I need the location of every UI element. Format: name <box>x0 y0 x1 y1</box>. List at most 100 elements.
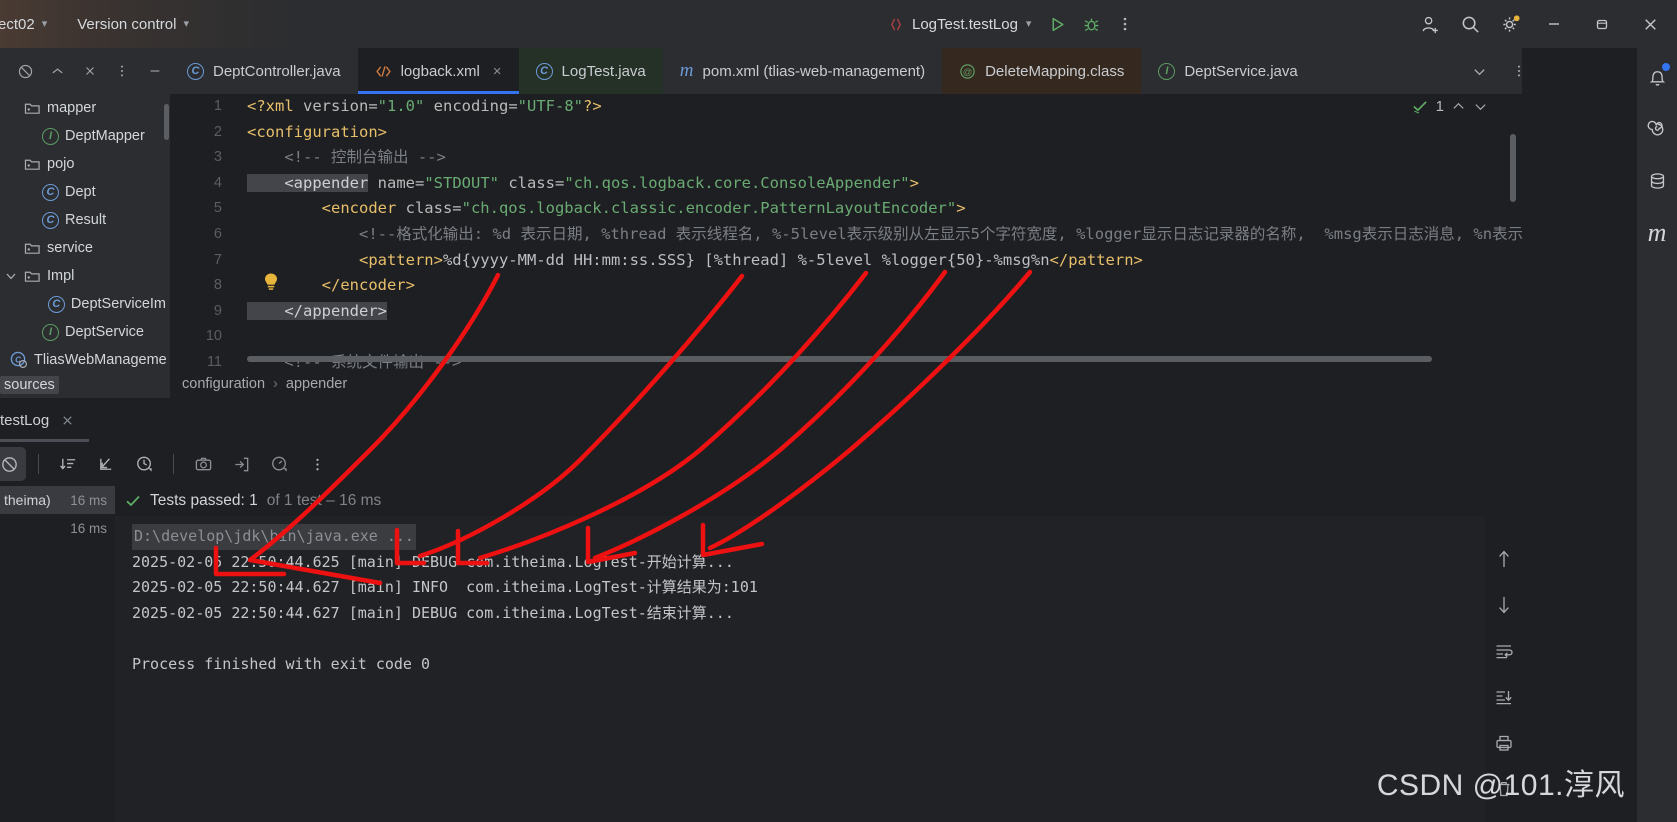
run-more-options-button[interactable] <box>300 447 334 481</box>
scroll-up-button[interactable] <box>1487 542 1521 576</box>
add-user-button[interactable] <box>1413 7 1447 41</box>
version-control-menu[interactable]: Version control ▾ <box>69 12 197 37</box>
rerun-failed-icon <box>1 456 17 472</box>
version-control-label: Version control <box>77 15 177 33</box>
tree-item-impl[interactable]: Impl <box>0 262 170 290</box>
maven-button[interactable]: m <box>1642 218 1672 248</box>
tree-item-label: DeptService <box>65 324 144 340</box>
print-button[interactable] <box>1487 726 1521 760</box>
project-panel-scrollbar[interactable] <box>164 104 169 140</box>
soft-wrap-button[interactable] <box>1487 634 1521 668</box>
test-tree[interactable]: theima) 16 ms 16 ms <box>0 486 115 822</box>
tree-item-deptserviceim[interactable]: C DeptServiceIm <box>0 290 170 318</box>
editor-tab-logtest[interactable]: C LogTest.java <box>518 48 663 94</box>
minimize-icon <box>150 70 160 72</box>
console-output[interactable]: D:\develop\jdk\bin\java.exe ... 2025-02-0… <box>115 516 1485 822</box>
code-line[interactable]: 2 <configuration> <box>170 120 1522 146</box>
code-line[interactable]: 4 <appender name="STDOUT" class="ch.qos.… <box>170 171 1522 197</box>
tree-item-result[interactable]: C Result <box>0 206 170 234</box>
code-line[interactable]: 5 <encoder class="ch.qos.logback.classic… <box>170 196 1522 222</box>
test-tree-row[interactable]: theima) 16 ms <box>0 486 115 514</box>
breadcrumb-item[interactable]: configuration <box>182 376 265 392</box>
tree-item-service[interactable]: service <box>0 234 170 262</box>
sort-tests-button[interactable] <box>51 447 85 481</box>
tree-item-deptmapper[interactable]: I DeptMapper <box>0 122 170 150</box>
expand-all-button[interactable] <box>42 54 72 88</box>
code-editor[interactable]: 1 1 <?xml version="1.0" encoding="UTF-8"?… <box>170 94 1522 370</box>
minimize-button[interactable] <box>1533 7 1575 41</box>
chevron-down-icon[interactable] <box>4 270 18 282</box>
tab-list-button[interactable] <box>1462 54 1496 88</box>
run-toolbar <box>0 442 1522 486</box>
editor-tab-strip[interactable]: C DeptController.java logback.xml × C LogTest… <box>170 48 1522 94</box>
close-tab-icon[interactable]: × <box>493 63 502 80</box>
test-tree-row[interactable]: 16 ms <box>0 514 115 542</box>
run-config-selector[interactable]: LogTest.testLog ▾ <box>880 11 1040 38</box>
project-tree[interactable]: mapper I DeptMapper pojo C Dept C Result service… <box>0 94 170 374</box>
debug-button[interactable] <box>1074 7 1108 41</box>
editor-vertical-scrollbar[interactable] <box>1510 134 1516 202</box>
breadcrumb[interactable]: configuration › appender <box>170 370 1522 398</box>
tree-item-tliaswebmanageme[interactable]: C TliasWebManageme <box>0 346 170 374</box>
editor-tab-deptcontroller[interactable]: C DeptController.java <box>170 48 358 94</box>
tab-options-button[interactable] <box>1502 54 1536 88</box>
hide-panel-button[interactable] <box>10 54 40 88</box>
code-line[interactable]: 7 <pattern>%d{yyyy-MM-dd HH:mm:ss.SSS} [… <box>170 248 1522 274</box>
tree-item-mapper[interactable]: mapper <box>0 94 170 122</box>
tree-item-pojo[interactable]: pojo <box>0 150 170 178</box>
class-icon: C <box>42 211 59 229</box>
project-options-button[interactable] <box>107 54 137 88</box>
test-history-button[interactable] <box>127 447 161 481</box>
class-icon: C <box>535 62 553 80</box>
code-line[interactable]: 1 <?xml version="1.0" encoding="UTF-8"?> <box>170 94 1522 120</box>
collapse-tests-button[interactable] <box>89 447 123 481</box>
rerun-failed-tests-button[interactable] <box>0 447 26 481</box>
interface-badge: I <box>42 127 59 145</box>
export-results-button[interactable] <box>224 447 258 481</box>
close-all-button[interactable] <box>75 54 105 88</box>
code-line[interactable]: 10 <box>170 324 1522 350</box>
class-icon: C <box>187 62 204 80</box>
screenshot-button[interactable] <box>186 447 220 481</box>
settings-button[interactable] <box>1493 7 1527 41</box>
spiral-button[interactable] <box>1642 114 1672 144</box>
tree-item-deptservice[interactable]: I DeptService <box>0 318 170 346</box>
code-line[interactable]: 8 </encoder> <box>170 273 1522 299</box>
profile-button[interactable] <box>262 447 296 481</box>
ide-window: ect02 ▾ Version control ▾ LogTest.testLo… <box>0 0 1677 822</box>
svg-text:@: @ <box>963 66 973 77</box>
close-icon[interactable] <box>60 413 75 428</box>
toolbar-separator <box>173 454 174 474</box>
chevron-down-icon[interactable] <box>1473 99 1488 114</box>
inspection-widget[interactable]: 1 <box>1412 98 1488 115</box>
code-line[interactable]: 3 <!-- 控制台输出 --> <box>170 145 1522 171</box>
intention-bulb-icon[interactable] <box>262 272 280 297</box>
code-line[interactable]: 6 <!--格式化输出: %d 表示日期, %thread 表示线程名, %-5… <box>170 222 1522 248</box>
code-line[interactable]: 9 </appender> <box>170 299 1522 325</box>
panel-minimize-button[interactable] <box>140 54 170 88</box>
editor-tab-deptservice[interactable]: I DeptService.java <box>1141 48 1314 94</box>
run-tab-testlog[interactable]: testLog <box>0 398 90 442</box>
chevron-up-icon[interactable] <box>1451 99 1466 114</box>
database-button[interactable] <box>1642 166 1672 196</box>
scroll-down-button[interactable] <box>1487 588 1521 622</box>
scroll-to-end-button[interactable] <box>1487 680 1521 714</box>
tree-item-dept[interactable]: C Dept <box>0 178 170 206</box>
run-more-button[interactable] <box>1108 7 1142 41</box>
breadcrumb-item[interactable]: appender <box>286 376 347 392</box>
run-button[interactable] <box>1040 7 1074 41</box>
maximize-button[interactable] <box>1581 7 1623 41</box>
search-everywhere-button[interactable] <box>1453 7 1487 41</box>
xml-icon <box>375 64 392 79</box>
project-selector[interactable]: ect02 ▾ <box>0 12 55 37</box>
code-text: <?xml version="1.0" encoding="UTF-8"?> <box>247 94 602 120</box>
editor-tab-deletemapping[interactable]: @ DeleteMapping.class <box>942 48 1142 94</box>
close-button[interactable] <box>1629 7 1671 41</box>
editor-tab-pom[interactable]: m pom.xml (tlias-web-management) <box>663 48 942 94</box>
editor-tab-logback[interactable]: logback.xml × <box>357 48 519 94</box>
resources-tree-item[interactable]: sources <box>0 373 170 397</box>
notifications-button[interactable] <box>1642 62 1672 92</box>
editor-horizontal-scrollbar[interactable] <box>247 356 1432 362</box>
inspection-count: 1 <box>1435 98 1444 115</box>
